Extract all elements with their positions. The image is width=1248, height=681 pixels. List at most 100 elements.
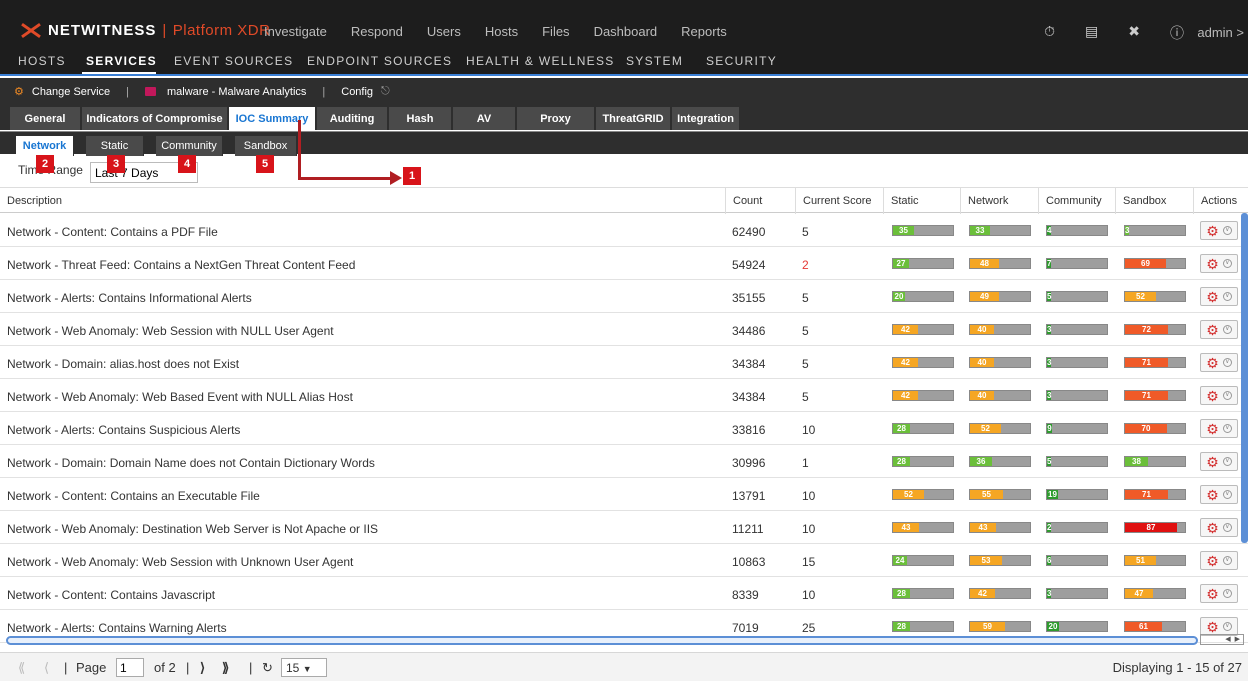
page-size-select[interactable]: 15 ▼: [281, 658, 327, 677]
timer-icon[interactable]: ⏱: [1044, 23, 1055, 43]
divider: |: [249, 660, 253, 675]
community-score-bar: 6: [1046, 555, 1108, 566]
tab-sandbox[interactable]: Sandbox: [235, 136, 297, 156]
tab-static[interactable]: Static: [86, 136, 144, 156]
table-row[interactable]: Network - Web Anomaly: Destination Web S…: [0, 511, 1248, 544]
column-header-count[interactable]: Count: [725, 188, 795, 214]
tab-general[interactable]: General: [10, 107, 81, 130]
sandbox-score-value: 51: [1125, 556, 1156, 565]
admin-nav-security[interactable]: SECURITY: [706, 54, 777, 68]
tab-hash[interactable]: Hash: [389, 107, 452, 130]
scroll-arrows[interactable]: ◀ ▶: [1200, 634, 1244, 645]
config-menu[interactable]: Config: [341, 86, 373, 98]
table-row[interactable]: Network - Web Anomaly: Web Session with …: [0, 313, 1248, 346]
sandbox-score-bar: 38: [1124, 456, 1186, 467]
horizontal-scrollbar[interactable]: [6, 636, 1198, 645]
table-row[interactable]: Network - Content: Contains an Executabl…: [0, 478, 1248, 511]
sandbox-score-value: 70: [1125, 424, 1167, 433]
row-actions-button[interactable]: ⚙ ∨: [1200, 353, 1238, 372]
sandbox-score-bar: 51: [1124, 555, 1186, 566]
sandbox-score-value: 71: [1125, 391, 1168, 400]
nav-files[interactable]: Files: [542, 24, 569, 39]
active-nav-underline: [82, 72, 156, 74]
network-score-bar: 43: [969, 522, 1031, 533]
tab-auditing[interactable]: Auditing: [317, 107, 388, 130]
column-header-network[interactable]: Network: [960, 188, 1038, 214]
tab-threatgrid[interactable]: ThreatGRID: [596, 107, 671, 130]
row-actions-button[interactable]: ⚙ ∨: [1200, 419, 1238, 438]
gear-icon: ⚙: [1206, 585, 1219, 602]
change-service-link[interactable]: Change Service: [32, 86, 110, 98]
tools-icon[interactable]: ✖: [1128, 23, 1140, 43]
tab-ioc-summary[interactable]: IOC Summary: [229, 107, 316, 130]
brand-separator: |: [162, 22, 167, 39]
static-score-value: 42: [893, 325, 918, 334]
change-service-icon[interactable]: ⚙: [14, 85, 24, 98]
refresh-icon[interactable]: ↻: [262, 660, 273, 676]
tab-integration[interactable]: Integration: [672, 107, 740, 130]
column-header-current-score[interactable]: Current Score: [795, 188, 883, 214]
column-header-description[interactable]: Description: [0, 188, 725, 214]
network-score-bar: 53: [969, 555, 1031, 566]
static-score-value: 27: [893, 259, 909, 268]
cell-count: 34384: [732, 390, 766, 404]
table-row[interactable]: Network - Alerts: Contains Informational…: [0, 280, 1248, 313]
nav-reports[interactable]: Reports: [681, 24, 727, 39]
scroll-right-icon[interactable]: ▶: [1235, 635, 1240, 644]
service-icon: [145, 87, 157, 96]
row-actions-button[interactable]: ⚙ ∨: [1200, 386, 1238, 405]
admin-nav-endpoint-sources[interactable]: ENDPOINT SOURCES: [307, 54, 452, 68]
clipboard-icon[interactable]: ▤: [1085, 23, 1098, 43]
chevron-down-icon[interactable]: ⎋: [381, 85, 390, 98]
column-header-static[interactable]: Static: [883, 188, 960, 214]
prev-page-icon[interactable]: ⟨: [44, 660, 49, 676]
table-row[interactable]: Network - Domain: alias.host does not Ex…: [0, 346, 1248, 379]
column-header-sandbox[interactable]: Sandbox: [1115, 188, 1193, 214]
sandbox-score-bar: 47: [1124, 588, 1186, 599]
table-row[interactable]: Network - Content: Contains a PDF File 62…: [0, 214, 1248, 247]
row-actions-button[interactable]: ⚙ ∨: [1200, 320, 1238, 339]
table-row[interactable]: Network - Content: Contains Javascript 83…: [0, 577, 1248, 610]
row-actions-button[interactable]: ⚙ ∨: [1200, 452, 1238, 471]
app-logo[interactable]: NETWITNESS | Platform XDR: [20, 22, 270, 39]
table-row[interactable]: Network - Alerts: Contains Suspicious Al…: [0, 412, 1248, 445]
admin-nav-services[interactable]: SERVICES: [86, 54, 157, 68]
table-row[interactable]: Network - Web Anomaly: Web Based Event w…: [0, 379, 1248, 412]
row-actions-button[interactable]: ⚙ ∨: [1200, 518, 1238, 537]
admin-nav-event-sources[interactable]: EVENT SOURCES: [174, 54, 293, 68]
page-count: of 2: [154, 660, 176, 675]
table-row[interactable]: Network - Web Anomaly: Web Session with …: [0, 544, 1248, 577]
tab-network[interactable]: Network: [16, 136, 74, 156]
help-icon[interactable]: ⓘ: [1170, 23, 1184, 43]
nav-investigate[interactable]: Investigate: [264, 24, 327, 39]
row-actions-button[interactable]: ⚙ ∨: [1200, 254, 1238, 273]
nav-respond[interactable]: Respond: [351, 24, 403, 39]
row-actions-button[interactable]: ⚙ ∨: [1200, 221, 1238, 240]
table-row[interactable]: Network - Threat Feed: Contains a NextGe…: [0, 247, 1248, 280]
tab-av[interactable]: AV: [453, 107, 516, 130]
admin-nav-hosts[interactable]: HOSTS: [18, 54, 66, 68]
user-menu[interactable]: admin >: [1197, 25, 1244, 40]
page-number-input[interactable]: [116, 658, 144, 677]
next-page-icon[interactable]: ⟩: [200, 660, 205, 676]
last-page-icon[interactable]: ⟫: [222, 660, 229, 676]
tab-proxy[interactable]: Proxy: [517, 107, 595, 130]
scroll-left-icon[interactable]: ◀: [1225, 635, 1230, 644]
nav-hosts[interactable]: Hosts: [485, 24, 518, 39]
row-actions-button[interactable]: ⚙ ∨: [1200, 287, 1238, 306]
tab-indicators-of-compromise[interactable]: Indicators of Compromise: [82, 107, 228, 130]
nav-users[interactable]: Users: [427, 24, 461, 39]
row-actions-button[interactable]: ⚙ ∨: [1200, 485, 1238, 504]
first-page-icon[interactable]: ⟪: [18, 660, 25, 676]
admin-nav-health-wellness[interactable]: HEALTH & WELLNESS: [466, 54, 615, 68]
table-row[interactable]: Network - Domain: Domain Name does not C…: [0, 445, 1248, 478]
tab-community[interactable]: Community: [156, 136, 223, 156]
row-actions-button[interactable]: ⚙ ∨: [1200, 584, 1238, 603]
admin-nav-system[interactable]: SYSTEM: [626, 54, 683, 68]
row-actions-button[interactable]: ⚙ ∨: [1200, 551, 1238, 570]
column-header-community[interactable]: Community: [1038, 188, 1115, 214]
nav-dashboard[interactable]: Dashboard: [594, 24, 658, 39]
vertical-scrollbar[interactable]: [1241, 213, 1248, 543]
community-score-bar: 4: [1046, 225, 1108, 236]
static-score-value: 43: [893, 523, 919, 532]
